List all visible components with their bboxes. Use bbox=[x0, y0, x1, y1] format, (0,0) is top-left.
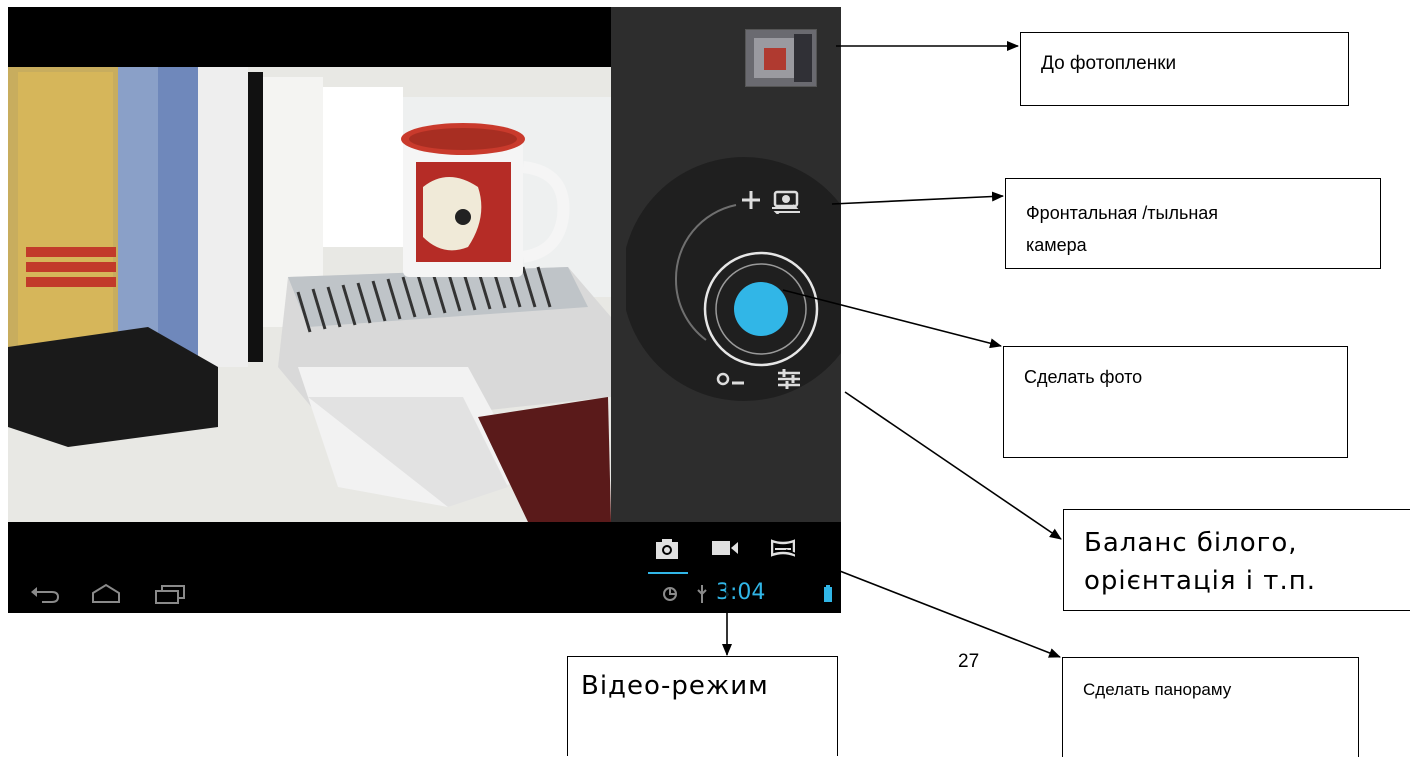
status-clock: 3:04 bbox=[716, 580, 766, 605]
zoom-out-icon[interactable] bbox=[716, 369, 746, 389]
video-camera-icon[interactable] bbox=[711, 539, 739, 557]
settings-sliders-icon[interactable] bbox=[776, 367, 802, 391]
last-photo-thumbnail[interactable] bbox=[745, 29, 817, 87]
callout-front-rear-camera-text: Фронтальная /тыльная камера bbox=[1026, 203, 1219, 255]
arrow-camera bbox=[831, 191, 1004, 205]
notification-icon bbox=[661, 585, 679, 603]
camera-icon[interactable] bbox=[655, 538, 679, 560]
camera-mode-bar bbox=[8, 522, 841, 575]
callout-take-photo: Сделать фото bbox=[1003, 346, 1348, 458]
callout-take-photo-text: Сделать фото bbox=[1024, 367, 1143, 387]
page-number: 27 bbox=[958, 651, 980, 672]
recent-apps-icon[interactable] bbox=[154, 584, 186, 604]
callout-panorama: Сделать панораму bbox=[1062, 657, 1359, 757]
callout-film-roll-text: До фотопленки bbox=[1041, 53, 1177, 74]
callout-front-rear-camera: Фронтальная /тыльная камера bbox=[1005, 178, 1381, 269]
camera-app-screen: 3:04 bbox=[8, 7, 841, 613]
home-icon[interactable] bbox=[91, 583, 121, 603]
usb-icon bbox=[696, 584, 708, 604]
shutter-button[interactable] bbox=[701, 249, 821, 369]
back-arrow-icon[interactable] bbox=[30, 586, 60, 604]
callout-white-balance: Баланс білого, орієнтація і т.п. bbox=[1063, 509, 1410, 611]
callout-film-roll: До фотопленки bbox=[1020, 32, 1349, 106]
panorama-icon[interactable] bbox=[770, 539, 796, 557]
zoom-in-icon[interactable] bbox=[740, 189, 762, 211]
battery-icon bbox=[823, 585, 833, 603]
callout-panorama-text: Сделать панораму bbox=[1083, 680, 1232, 699]
callout-video-mode: Відео-режим bbox=[567, 656, 838, 756]
callout-white-balance-text: Баланс білого, орієнтація і т.п. bbox=[1084, 528, 1316, 596]
camera-viewfinder[interactable] bbox=[8, 67, 611, 522]
switch-camera-icon[interactable] bbox=[770, 190, 802, 216]
callout-video-mode-text: Відео-режим bbox=[581, 671, 769, 701]
